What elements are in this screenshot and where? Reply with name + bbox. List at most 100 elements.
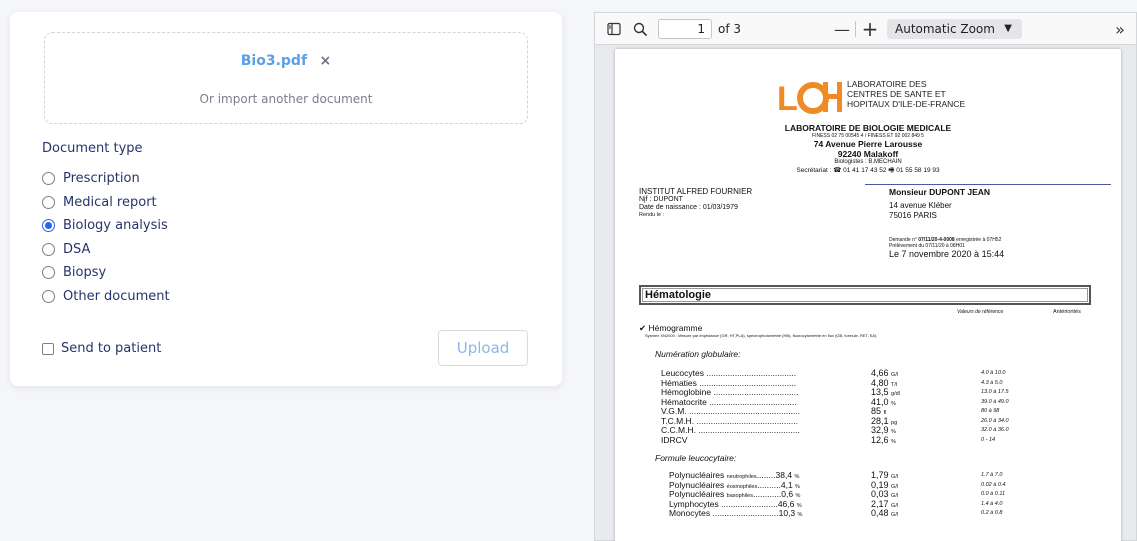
radio-label: Biology analysis [63,218,168,234]
analyte-unit: G/l [891,483,899,490]
lab-name-line: CENTRES DE SANTE ET [847,89,946,99]
analyte-value: 41,0 [871,396,889,407]
zoom-in-icon[interactable]: + [861,17,879,41]
patient-name: Monsieur DUPONT JEAN [889,187,991,197]
analyte-percent: ........38,4 [756,470,793,480]
hemogramme-note: Sysmex XN2000 : Mesure par impédance (GR… [645,333,877,338]
zoom-out-icon[interactable]: — [833,20,851,39]
radio-label: Medical report [63,194,157,210]
lab-logo: L [777,80,842,115]
patient-city: 75016 PARIS [889,211,937,220]
radio-circle-icon [42,242,55,256]
sidebar-toggle-icon[interactable] [605,20,623,38]
analyte-value: 4,80 [871,377,889,388]
radio-prescription[interactable]: Prescription [42,167,170,191]
analyte-value: 32,9 [871,425,889,435]
send-to-patient-checkbox[interactable]: Send to patient [42,341,161,356]
radio-label: DSA [63,241,91,257]
zoom-select-value: Automatic Zoom [895,22,995,36]
pdf-page: L LABORATOIRE DES CENTRES DE SANTE ET HO… [615,49,1121,541]
analyte-percent: ............0,6 [752,489,794,499]
analyte-ref: 0.2 à 0.8 [981,510,1003,516]
radio-circle-icon [42,172,55,186]
radio-circle-icon [42,289,55,303]
patient-street: 14 avenue Kléber [889,201,952,210]
radio-label: Other document [63,288,170,304]
lab-name: LABORATOIRE DES CENTRES DE SANTE ET HOPI… [847,79,965,109]
import-another-link[interactable]: Or import another document [45,92,527,106]
analyte-value: 0,03 [871,489,889,499]
analyte-unit: g/dl [891,391,900,397]
analyte-ref: 80 à 98 [981,408,1000,414]
analyte-value: 85 [871,406,882,416]
analyte-value: 0,48 [871,508,889,518]
page-number-input[interactable]: 1 [658,19,712,39]
radio-selected-icon [42,219,55,233]
analyte-unit: G/l [891,474,899,480]
analyte-unit: % [891,429,896,435]
col-ant-header: Antériorités [1053,309,1081,315]
analyte-value: 4,66 [871,368,889,378]
analyte-unit: G/l [891,502,899,509]
radio-circle-icon [42,266,55,280]
search-icon[interactable] [631,20,649,38]
svg-text:L: L [777,80,798,115]
lab-name-line: HOPITAUX D'ILE-DE-FRANCE [847,99,966,109]
upload-button[interactable]: Upload [438,330,528,366]
upload-card: Bio3.pdf × Or import another document Do… [10,12,562,386]
radio-label: Prescription [63,171,140,187]
numeration-title: Numération globulaire: [655,349,741,359]
analyte-name: Monocytes [669,508,711,518]
secretariat: Secrétariat : ☎ 01 41 17 43 52 🖷 01 55 5… [796,167,940,174]
analyte-value: 2,17 [871,498,889,509]
birth-date: Date de naissance : 01/03/1979 [639,204,738,211]
col-ref-header: Valeurs de référence [957,309,1004,315]
analyte-unit: T/l [891,381,898,388]
analyte-ref: 32.0 à 36.0 [981,427,1009,433]
analyte-ref: 13.0 à 17.5 [981,389,1009,395]
zoom-select[interactable]: Automatic Zoom ▼ [887,19,1022,39]
analyte-name: Polynucléaires [669,489,725,499]
lab-name-line: LABORATOIRE DES [847,79,927,89]
radio-biopsy[interactable]: Biopsy [42,261,170,285]
analyte-value: 1,79 [871,470,889,480]
toolbar-divider [855,21,856,37]
radio-other-document[interactable]: Other document [42,285,170,309]
radio-medical-report[interactable]: Medical report [42,191,170,215]
checkbox-icon [42,342,54,355]
percent-unit: % [797,512,803,518]
institut: INSTITUT ALFRED FOURNIER [639,187,753,196]
header-rule [865,184,1111,185]
analyte-unit: G/l [891,493,899,499]
page-count: of 3 [718,22,742,36]
pdf-viewer: 1 of 3 — + Automatic Zoom ▼ » L LABORATO… [594,12,1137,541]
analyte-ref: 0.0 à 0.11 [981,491,1006,497]
analyte-ref: 1.7 à 7.0 [981,472,1003,478]
more-tools-icon[interactable]: » [1111,20,1129,39]
hemogramme-label: Hémogramme [648,323,703,333]
radio-circle-icon [42,195,55,209]
selected-file: Bio3.pdf × [45,53,527,69]
analyte-ref: 0 - 14 [981,436,996,443]
formule-title: Formule leucocytaire: [655,453,737,463]
lab-street: 74 Avenue Pierre Larousse [813,139,923,149]
percent-unit: % [794,474,800,480]
analyte-unit: % [891,400,896,407]
analyte-unit: % [891,438,896,445]
analyte-name: Lymphocytes [669,498,719,509]
send-to-patient-label: Send to patient [61,341,162,356]
analyte-unit: pg [891,419,898,426]
remove-file-icon[interactable]: × [320,53,332,69]
analyte-ref: 4.3 à 5.0 [981,379,1003,386]
radio-biology-analysis[interactable]: Biology analysis [42,214,170,238]
analyte-unit: G/l [891,372,899,378]
document-type-radio-group: Prescription Medical report Biology anal… [42,167,170,308]
biologists: Biologistes : B.MECHAIN [834,159,902,165]
njf: Njf : DUPONT [639,196,683,203]
dropzone[interactable]: Bio3.pdf × Or import another document [44,32,528,124]
analyte-ref: 0.02 à 0.4 [981,481,1006,488]
rendu: Rendu le : [639,212,665,218]
analyte-value: 28,1 [871,415,889,426]
radio-dsa[interactable]: DSA [42,238,170,262]
analyte-ref: 26.0 à 34.0 [981,417,1009,424]
